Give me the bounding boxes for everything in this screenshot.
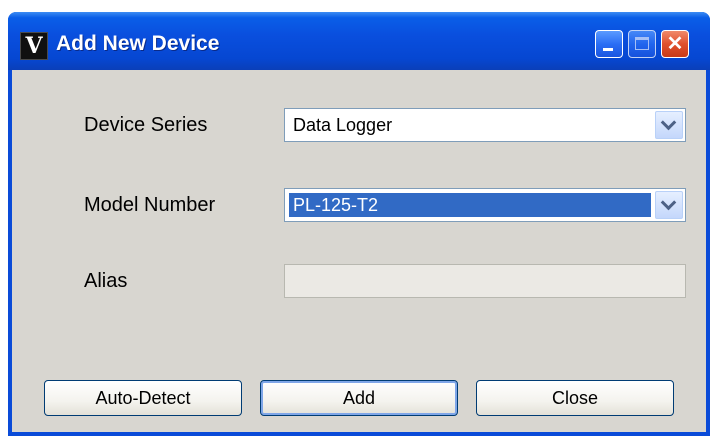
minimize-button[interactable] bbox=[595, 30, 623, 58]
device-series-dropdown-button[interactable] bbox=[655, 111, 683, 139]
chevron-down-icon bbox=[660, 114, 677, 131]
app-logo-icon: V bbox=[20, 32, 48, 60]
alias-field[interactable] bbox=[284, 264, 686, 298]
close-button[interactable]: Close bbox=[476, 380, 674, 416]
chevron-down-icon bbox=[660, 194, 677, 211]
device-series-value: Data Logger bbox=[293, 115, 393, 135]
maximize-icon bbox=[635, 37, 649, 50]
close-window-button[interactable]: ✕ bbox=[661, 30, 689, 58]
model-number-label: Model Number bbox=[84, 194, 216, 216]
window-title: Add New Device bbox=[56, 32, 220, 55]
minimize-icon bbox=[603, 48, 613, 51]
title-bar[interactable]: V Add New Device ✕ bbox=[8, 12, 710, 70]
device-series-label: Device Series bbox=[84, 114, 208, 136]
device-series-select[interactable]: Data Logger bbox=[284, 108, 686, 142]
maximize-button[interactable] bbox=[628, 30, 656, 58]
auto-detect-button[interactable]: Auto-Detect bbox=[44, 380, 242, 416]
add-button[interactable]: Add bbox=[260, 380, 458, 416]
alias-label: Alias bbox=[84, 270, 128, 292]
close-icon: ✕ bbox=[666, 33, 684, 55]
model-number-value: PL-125-T2 bbox=[289, 193, 651, 217]
add-device-dialog: V Add New Device ✕ Device Series Data Lo… bbox=[8, 12, 710, 436]
dialog-body: Device Series Data Logger Model Number P… bbox=[12, 70, 706, 432]
model-number-select[interactable]: PL-125-T2 bbox=[284, 188, 686, 222]
model-number-dropdown-button[interactable] bbox=[655, 191, 683, 219]
